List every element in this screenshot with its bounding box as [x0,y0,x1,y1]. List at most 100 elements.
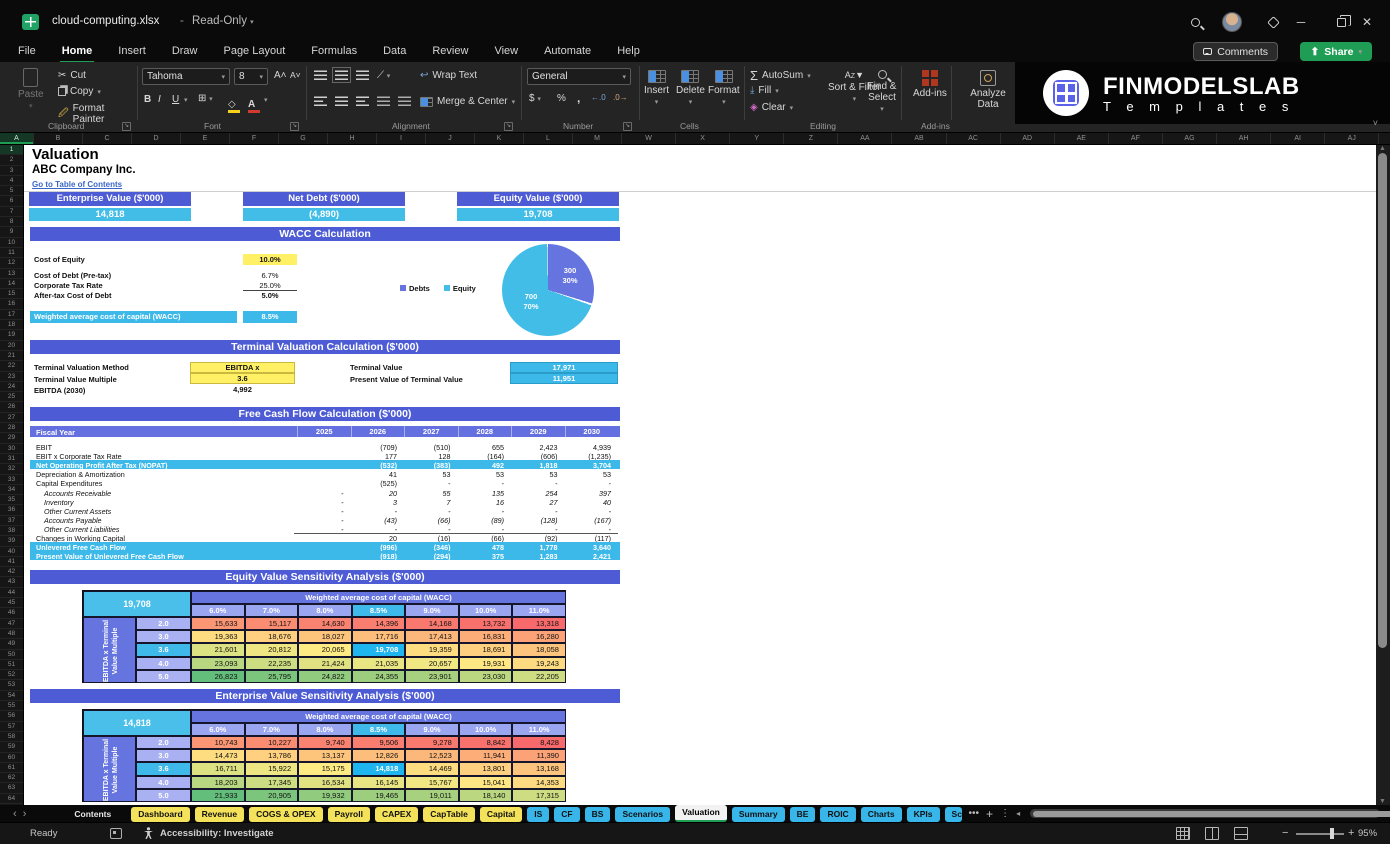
horizontal-scroll-thumb[interactable] [1033,811,1390,817]
comments-button[interactable]: Comments [1193,42,1278,61]
fcf-cell[interactable]: - [511,507,565,516]
sens-cell-value[interactable]: 16,711 [191,762,245,775]
sens-col-header[interactable]: 8.0% [298,604,352,617]
menu-draw[interactable]: Draw [170,44,200,63]
wrap-text-button[interactable]: ↩Wrap Text [420,70,477,81]
fcf-cell[interactable]: 375 [458,552,512,561]
row-header-59[interactable]: 59 [0,742,23,752]
equity-sens-header[interactable]: Equity Value Sensitivity Analysis ($'000… [30,570,620,584]
wacc-row-label[interactable]: Corporate Tax Rate [34,281,103,290]
fcf-cell[interactable]: - [297,489,351,498]
fcf-section-header[interactable]: Free Cash Flow Calculation ($'000) [30,407,620,421]
increase-indent-button[interactable] [398,96,411,106]
sheet-tab-charts[interactable]: Charts [861,807,902,822]
sens-cell-value[interactable]: 19,363 [191,630,245,643]
column-header-G[interactable]: G [279,133,328,144]
fcf-cell[interactable]: - [458,479,512,488]
terminal-left-value[interactable]: 3.6 [190,373,295,384]
sens-cell-value[interactable]: 16,534 [298,776,352,789]
column-header-AA[interactable]: AA [838,133,892,144]
column-header-AG[interactable]: AG [1163,133,1217,144]
sheet-tab-sc[interactable]: Sc [945,807,962,822]
sens-col-header[interactable]: 9.0% [405,723,459,736]
row-header-29[interactable]: 29 [0,433,23,443]
row-header-40[interactable]: 40 [0,547,23,557]
fcf-cell[interactable]: - [404,479,458,488]
row-header-1[interactable]: 1 [0,145,23,155]
row-header-28[interactable]: 28 [0,423,23,433]
row-header-50[interactable]: 50 [0,650,23,660]
page-break-view-button[interactable] [1234,827,1248,840]
sens-cell-value[interactable]: 23,030 [459,670,513,683]
sens-cell-value[interactable]: 14,818 [352,762,406,775]
column-header-AJ[interactable]: AJ [1325,133,1379,144]
column-header-M[interactable]: M [573,133,622,144]
table-of-contents-link[interactable]: Go to Table of Contents [32,180,122,189]
sens-multiple-label[interactable]: 3.6 [136,762,191,775]
sens-col-header[interactable]: 11.0% [512,604,566,617]
search-icon[interactable] [1191,0,1200,44]
row-header-18[interactable]: 18 [0,320,23,330]
sens-cell-value[interactable]: 17,716 [352,630,406,643]
sens-cell-value[interactable]: 10,743 [191,736,245,749]
fcf-cell[interactable]: 20 [351,489,405,498]
wacc-pie-chart[interactable]: 30030% 70070% [502,244,594,336]
gem-icon[interactable] [1269,0,1278,44]
fcf-cell[interactable]: 41 [351,470,405,479]
row-header-34[interactable]: 34 [0,485,23,495]
sheet-tab-is[interactable]: IS [527,807,549,822]
fcf-row-label[interactable]: Other Current Liabilities [44,525,120,534]
sens-cell-value[interactable]: 20,812 [245,643,299,656]
row-header-41[interactable]: 41 [0,557,23,567]
wacc-section-header[interactable]: WACC Calculation [30,227,620,241]
row-header-25[interactable]: 25 [0,392,23,402]
row-header-5[interactable]: 5 [0,186,23,196]
sens-cell-value[interactable]: 21,601 [191,643,245,656]
sheet-tab-capex[interactable]: CAPEX [375,807,418,822]
row-header-46[interactable]: 46 [0,608,23,618]
sens-cell-value[interactable]: 23,093 [191,657,245,670]
restore-button[interactable] [1337,0,1346,44]
sheet-tab-revenue[interactable]: Revenue [195,807,244,822]
sens-corner-value[interactable]: 19,708 [83,591,191,617]
sens-multiple-label[interactable]: 3.0 [136,630,191,643]
bold-button[interactable]: B [144,94,151,105]
row-header-3[interactable]: 3 [0,166,23,176]
horizontal-scrollbar[interactable] [1030,809,1380,818]
ribbon-collapse-chevron[interactable]: ˅ [1373,118,1378,128]
column-headers[interactable]: ABCDEFGHIJKLMWXYZAAABACADAEAFAGAHAIAJAK [0,133,1390,145]
fcf-cell[interactable]: - [351,507,405,516]
sens-cell-value[interactable]: 13,732 [459,617,513,630]
sheet-tab-roic[interactable]: ROIC [820,807,855,822]
italic-button[interactable]: I [158,94,161,105]
fcf-cell[interactable]: (918) [351,552,405,561]
sens-col-header[interactable]: 8.5% [352,723,406,736]
row-header-9[interactable]: 9 [0,227,23,237]
fiscal-year-2028[interactable]: 2028 [458,426,512,437]
row-header-12[interactable]: 12 [0,258,23,268]
terminal-left-value[interactable]: 4,992 [190,385,295,396]
row-header-48[interactable]: 48 [0,629,23,639]
column-header-AC[interactable]: AC [947,133,1001,144]
sens-cell-value[interactable]: 17,345 [245,776,299,789]
font-family-select[interactable]: Tahoma▾ [142,68,230,85]
fcf-cell[interactable]: (510) [404,443,458,452]
sens-col-header[interactable]: 7.0% [245,723,299,736]
fcf-row-label[interactable]: Accounts Payable [44,516,102,525]
sens-cell-value[interactable]: 17,315 [512,789,566,802]
row-header-33[interactable]: 33 [0,475,23,485]
fiscal-year-2029[interactable]: 2029 [511,426,565,437]
sens-cell-value[interactable]: 20,905 [245,789,299,802]
sens-cell-value[interactable]: 13,318 [512,617,566,630]
sens-cell-value[interactable]: 14,396 [352,617,406,630]
menu-view[interactable]: View [492,44,520,63]
fcf-cell[interactable]: - [458,507,512,516]
terminal-section-header[interactable]: Terminal Valuation Calculation ($'000) [30,340,620,354]
fcf-row-label[interactable]: Depreciation & Amortization [36,470,125,479]
menu-data[interactable]: Data [381,44,408,63]
sens-multiple-label[interactable]: 2.0 [136,617,191,630]
sens-cell-value[interactable]: 12,523 [405,749,459,762]
fcf-cell[interactable]: - [297,498,351,507]
sens-cell-value[interactable]: 17,413 [405,630,459,643]
normal-view-button[interactable] [1176,827,1190,840]
